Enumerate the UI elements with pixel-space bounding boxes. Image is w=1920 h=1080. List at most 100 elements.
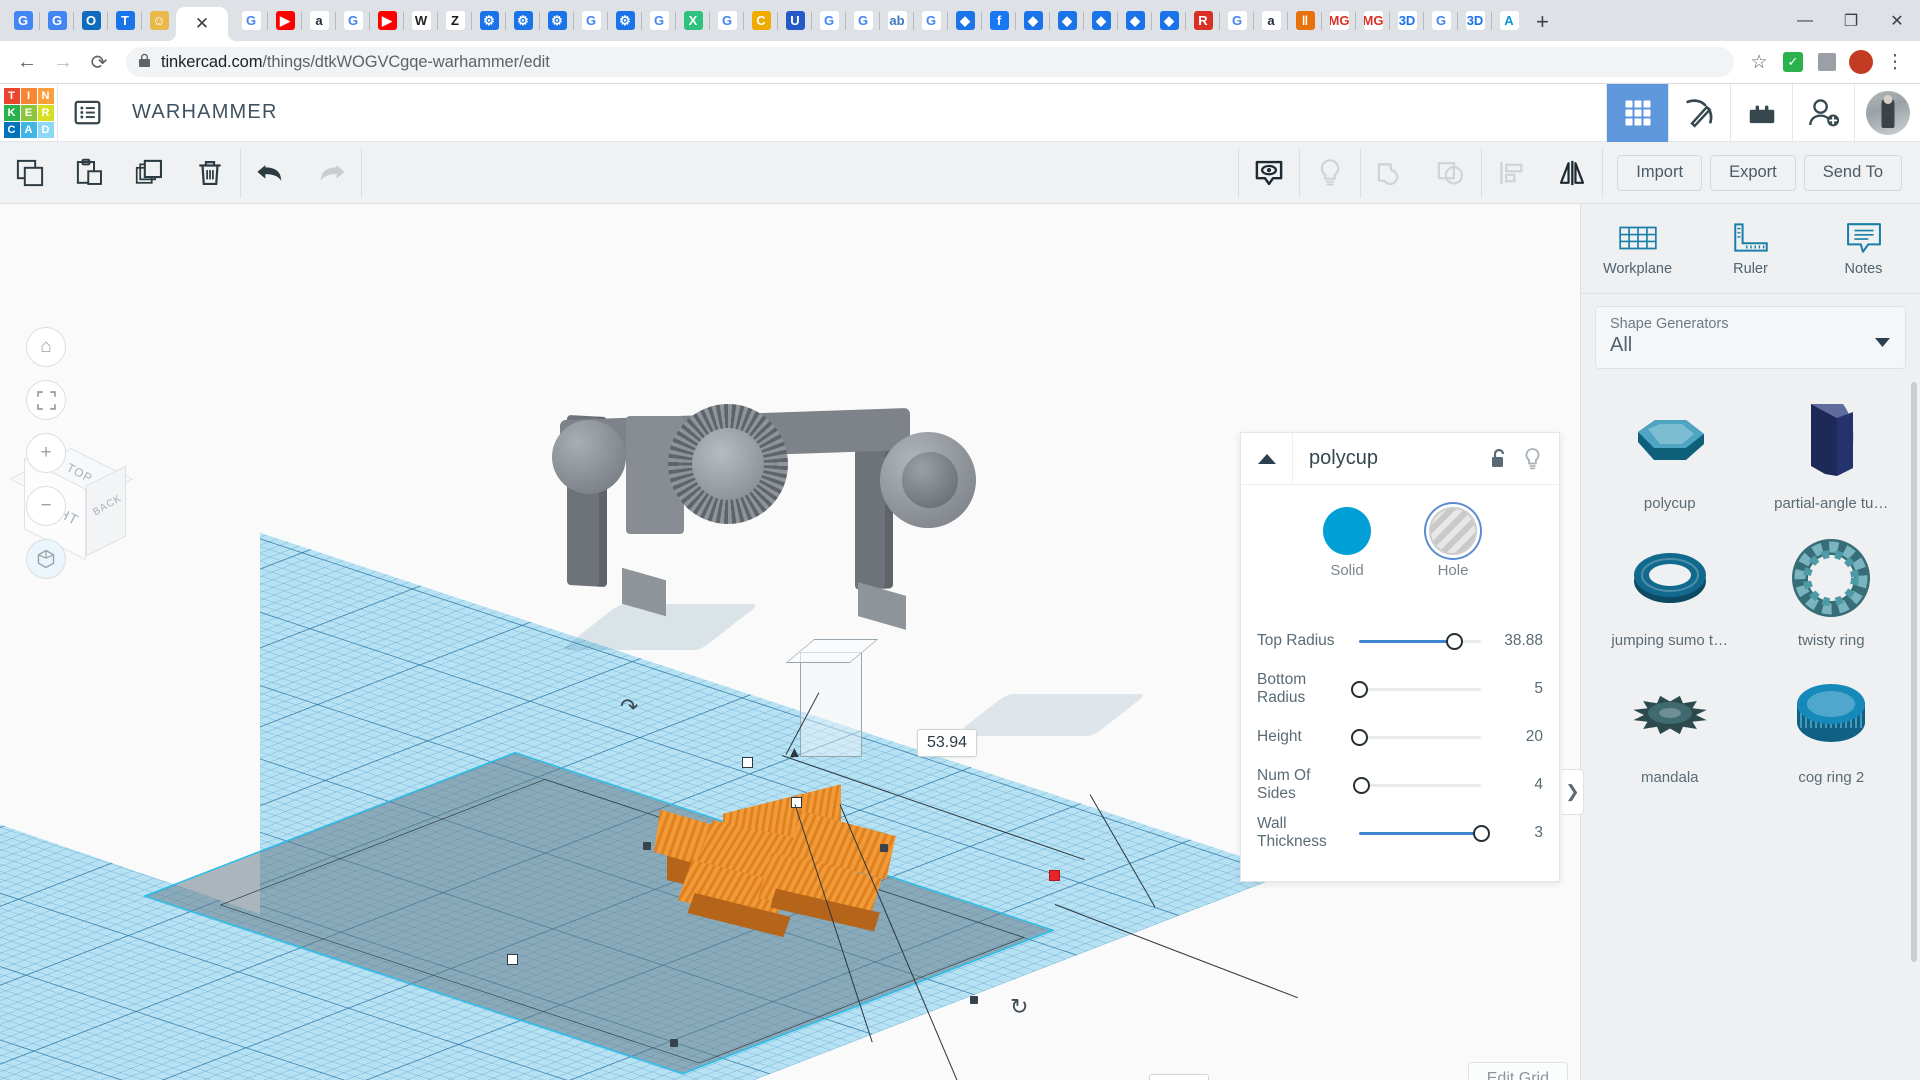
show-hide-button[interactable] xyxy=(1239,142,1299,204)
google-tab-3[interactable]: G xyxy=(573,4,608,38)
active-tab-tinkercad[interactable]: ✕ xyxy=(176,7,228,41)
projection-toggle-button[interactable] xyxy=(26,539,66,579)
export-button[interactable]: Export xyxy=(1710,154,1796,191)
align-button[interactable] xyxy=(1482,142,1542,204)
close-icon[interactable]: ✕ xyxy=(195,14,209,34)
mirror-button[interactable] xyxy=(1542,142,1602,204)
google-translate-tab-2[interactable]: G xyxy=(39,4,74,38)
google-tab-10[interactable]: G xyxy=(1423,4,1458,38)
shape-twisty-ring[interactable]: twisty ring xyxy=(1751,522,1913,653)
expand-sidebar-button[interactable]: ❯ xyxy=(1562,769,1584,815)
sidebar-scrollbar[interactable] xyxy=(1911,382,1917,962)
diamond-tab-3[interactable]: ◆ xyxy=(1049,4,1084,38)
threed-tab[interactable]: 3D xyxy=(1389,4,1424,38)
facebook-tab[interactable]: f xyxy=(981,4,1016,38)
bottom-radius-slider[interactable]: Bottom Radius 5 xyxy=(1257,665,1543,713)
address-bar[interactable]: tinkercad.com/things/dtkWOGVCgqe-warhamm… xyxy=(126,47,1734,77)
youtube-tab[interactable]: ▶ xyxy=(267,4,302,38)
notes-tool[interactable]: Notes xyxy=(1807,204,1920,293)
solid-swatch[interactable] xyxy=(1323,507,1371,555)
send-to-button[interactable]: Send To xyxy=(1803,154,1902,191)
diamond-tab[interactable]: ◆ xyxy=(947,4,982,38)
slider-knob[interactable] xyxy=(1351,681,1368,698)
light-button[interactable] xyxy=(1300,142,1360,204)
brick-icon[interactable] xyxy=(1730,83,1792,142)
canva-tab[interactable]: C xyxy=(743,4,778,38)
zoom-in-button[interactable]: + xyxy=(26,433,66,473)
google-tab-4[interactable]: G xyxy=(641,4,676,38)
duplicate-button[interactable] xyxy=(120,142,180,204)
slider-knob[interactable] xyxy=(1351,729,1368,746)
diamond-tab-4[interactable]: ◆ xyxy=(1083,4,1118,38)
wikipedia-tab[interactable]: W xyxy=(403,4,438,38)
rotate-handle-bottom[interactable]: ↻ xyxy=(1010,994,1028,1020)
maximize-button[interactable]: ❐ xyxy=(1828,0,1874,41)
extension-green-check-icon[interactable]: ✓ xyxy=(1778,47,1808,77)
edit-grid-button[interactable]: Edit Grid xyxy=(1467,1062,1568,1080)
unlock-icon[interactable] xyxy=(1481,448,1515,470)
back-button[interactable]: ← xyxy=(10,45,44,79)
selection-dot-3[interactable] xyxy=(670,1039,678,1047)
xmind-tab[interactable]: X xyxy=(675,4,710,38)
shape-mandala[interactable]: mandala xyxy=(1589,659,1751,790)
undo-button[interactable] xyxy=(241,142,301,204)
fit-view-button[interactable] xyxy=(26,380,66,420)
tinkercad-logo[interactable]: TINKERCAD xyxy=(0,87,57,138)
diamond-tab-2[interactable]: ◆ xyxy=(1015,4,1050,38)
ruler-tool[interactable]: Ruler xyxy=(1694,204,1807,293)
orange-model[interactable] xyxy=(645,784,945,984)
import-button[interactable]: Import xyxy=(1617,154,1703,191)
add-person-icon[interactable] xyxy=(1792,83,1854,142)
height-handle[interactable]: ▲ xyxy=(787,744,802,761)
selection-handle-nw[interactable] xyxy=(742,757,753,768)
extension-grid-icon[interactable] xyxy=(1812,47,1842,77)
google-tab-9[interactable]: G xyxy=(1219,4,1254,38)
dimension-label-depth[interactable]: 53.94 xyxy=(1149,1074,1210,1080)
minimize-button[interactable]: — xyxy=(1782,0,1828,41)
chevron-down-icon[interactable] xyxy=(1874,335,1891,353)
settings-tab-2[interactable]: ⚙ xyxy=(505,4,540,38)
zoom-out-button[interactable]: − xyxy=(26,486,66,526)
selection-dot-1[interactable] xyxy=(643,842,651,850)
chrome-menu-icon[interactable]: ⋮ xyxy=(1880,47,1910,77)
num-of-sides-slider[interactable]: Num Of Sides 4 xyxy=(1257,761,1543,809)
hole-preview-box[interactable] xyxy=(800,652,862,757)
diamond-tab-6[interactable]: ◆ xyxy=(1151,4,1186,38)
project-menu-button[interactable] xyxy=(58,84,116,142)
bottom-radius-slider-track[interactable] xyxy=(1351,679,1481,699)
selection-handle-n[interactable] xyxy=(791,797,802,808)
autodesk-tab[interactable]: A xyxy=(1491,4,1526,38)
height-slider[interactable]: Height 20 xyxy=(1257,713,1543,761)
u-tab[interactable]: U xyxy=(777,4,812,38)
google-tab-5[interactable]: G xyxy=(709,4,744,38)
amazon-tab[interactable]: a xyxy=(301,4,336,38)
hole-swatch[interactable] xyxy=(1429,507,1477,555)
grid-view-icon[interactable] xyxy=(1606,83,1668,142)
top-radius-slider-track[interactable] xyxy=(1359,631,1481,651)
google-tab-7[interactable]: G xyxy=(845,4,880,38)
top-radius-slider[interactable]: Top Radius 38.88 xyxy=(1257,617,1543,665)
home-view-button[interactable]: ⌂ xyxy=(26,327,66,367)
wall-thickness-slider-track[interactable] xyxy=(1359,823,1490,843)
shape-cog-ring-2[interactable]: cog ring 2 xyxy=(1751,659,1913,790)
amazon-tab-2[interactable]: a xyxy=(1253,4,1288,38)
delete-button[interactable] xyxy=(180,142,240,204)
shape-generators-select[interactable]: Shape Generators All xyxy=(1595,306,1906,369)
teams-tab[interactable]: T xyxy=(107,4,142,38)
shape-jumping-sumo-tire[interactable]: jumping sumo t… xyxy=(1589,522,1751,653)
mg-tab[interactable]: MG xyxy=(1321,4,1356,38)
slider-knob[interactable] xyxy=(1446,633,1464,650)
abb-tab[interactable]: ab xyxy=(879,4,914,38)
avatar[interactable] xyxy=(1854,83,1920,142)
solid-mode-option[interactable]: Solid xyxy=(1323,507,1371,579)
selection-handle-ne-active[interactable] xyxy=(1049,870,1060,881)
google-tab-8[interactable]: G xyxy=(913,4,948,38)
copy-button[interactable] xyxy=(0,142,60,204)
wall-thickness-slider[interactable]: Wall Thickness 3 xyxy=(1257,809,1543,857)
shape-polycup[interactable]: polycup xyxy=(1589,385,1751,516)
mg-tab-2[interactable]: MG xyxy=(1355,4,1390,38)
selection-dot-2[interactable] xyxy=(880,844,888,852)
diamond-tab-5[interactable]: ◆ xyxy=(1117,4,1152,38)
threed-tab-2[interactable]: 3D xyxy=(1457,4,1492,38)
reload-button[interactable]: ⟳ xyxy=(82,45,116,79)
